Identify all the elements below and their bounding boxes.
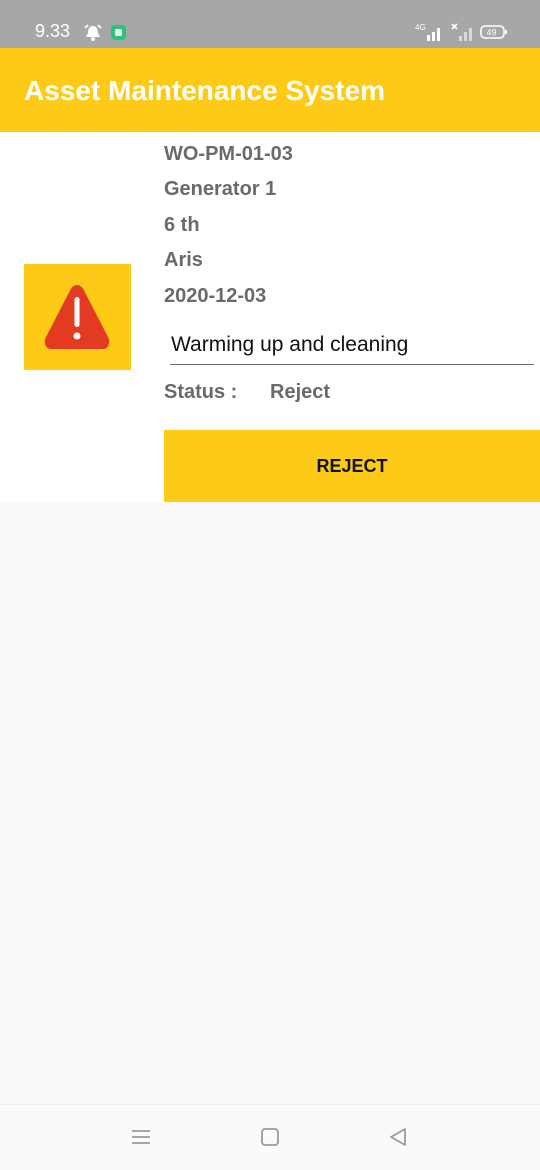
reject-button[interactable]: REJECT — [164, 430, 540, 502]
no-signal-icon — [451, 22, 475, 47]
assignee-name: Aris — [164, 249, 203, 271]
home-icon[interactable] — [260, 1127, 280, 1152]
description-field[interactable]: Warming up and cleaning — [170, 333, 534, 365]
status-bar: 9.33 4G 49 — [0, 0, 540, 48]
signal-icon: 4G — [415, 22, 445, 47]
asset-name: Generator 1 — [164, 178, 277, 200]
floor-level: 6 th — [164, 214, 200, 236]
system-nav-bar — [0, 1104, 540, 1170]
status-value: Reject — [270, 381, 331, 403]
notification-app-icon — [110, 24, 127, 46]
network-type-label: 4G — [415, 23, 426, 32]
status-time: 9.33 — [35, 21, 71, 41]
back-icon[interactable] — [388, 1127, 408, 1152]
alarm-icon — [84, 24, 102, 47]
app-title: Asset Maintenance System — [24, 75, 386, 106]
work-order-id: WO-PM-01-03 — [164, 143, 293, 165]
work-order-date: 2020-12-03 — [164, 285, 267, 307]
battery-level: 49 — [487, 28, 497, 38]
menu-icon[interactable] — [131, 1127, 151, 1152]
warning-icon-box — [24, 264, 131, 370]
warning-icon — [43, 283, 111, 356]
battery-icon: 49 — [480, 24, 508, 45]
status-label: Status : — [164, 381, 238, 403]
app-bar: Asset Maintenance System — [0, 48, 540, 132]
